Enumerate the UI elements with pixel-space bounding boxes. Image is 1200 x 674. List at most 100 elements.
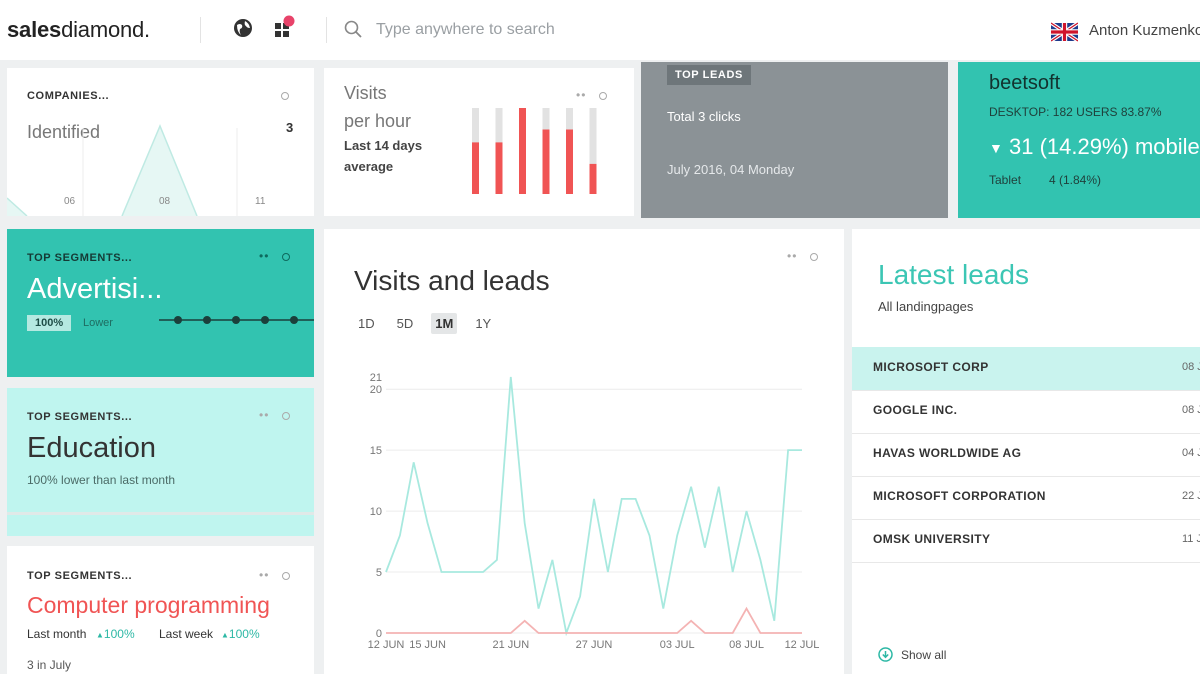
beetsoft-card: beetsoft DESKTOP: 182 USERS 83.87% ▼ 31 …: [958, 62, 1200, 218]
lead-company: HAVAS WORLDWIDE AG: [873, 446, 1022, 460]
mobile-value: 31 (14.29%) mobile: [1008, 134, 1200, 159]
x-tick-label: 12 JUL: [785, 639, 820, 651]
lead-date: 08 J: [1182, 361, 1200, 373]
total-clicks: Total 3 clicks: [667, 109, 741, 124]
visits-subtitle: Last 14 days: [344, 138, 423, 153]
timeframe-1m[interactable]: 1M: [431, 313, 458, 334]
segment-name: Computer programming: [27, 592, 270, 618]
lead-date: 22 J: [1182, 490, 1200, 502]
segment-education-card: TOP SEGMENTS... •• Education 100% lower …: [7, 388, 314, 536]
trend-line: [159, 316, 314, 324]
last-week-label: Last week: [159, 627, 214, 641]
bar: [542, 129, 550, 194]
logo-bold: sales: [7, 17, 62, 42]
chart-title: Visits and leads: [354, 265, 550, 296]
mobile-stats: ▼ 31 (14.29%) mobile: [989, 134, 1200, 160]
tablet-value: 4 (1.84%): [1049, 173, 1102, 187]
up-arrow-icon: ▲: [96, 630, 104, 640]
search-icon[interactable]: [344, 20, 362, 38]
card-title: COMPANIES...: [27, 90, 110, 102]
last-month-value: ▲100%: [96, 627, 135, 641]
drag-handle-icon[interactable]: ••: [576, 88, 586, 102]
lead-row[interactable]: GOOGLE INC. 08 J: [852, 390, 1200, 434]
last-month-label: Last month: [27, 627, 87, 641]
lead-row[interactable]: OMSK UNIVERSITY 11 J: [852, 519, 1200, 563]
divider: [326, 17, 327, 43]
bar: [519, 108, 526, 194]
card-title: TOP SEGMENTS...: [27, 411, 133, 423]
tick-label: 08: [159, 196, 171, 207]
x-tick-label: 08 JUL: [729, 639, 764, 651]
arrow-down-circle-icon: [878, 647, 893, 662]
segment-footer: 3 in July: [27, 658, 72, 672]
drag-handle-icon[interactable]: ••: [259, 568, 269, 582]
last-month-value-text: 100%: [103, 627, 135, 641]
uk-flag-icon[interactable]: [1051, 22, 1078, 42]
y-tick-label: 10: [370, 506, 382, 518]
y-tick-label: 20: [370, 384, 382, 396]
x-tick-label: 15 JUN: [409, 639, 446, 651]
show-all-label: Show all: [901, 647, 947, 662]
visits-per-hour-card: Visits per hour Last 14 days average ••: [324, 68, 634, 216]
latest-leads-title: Latest leads: [878, 259, 1029, 290]
card-menu-icon[interactable]: [810, 253, 818, 261]
card-menu-icon[interactable]: [282, 412, 290, 420]
bar: [589, 163, 597, 194]
visits-leads-card: Visits and leads •• 1D 5D 1M 1Y 0 5 10 15 20…: [324, 229, 844, 674]
x-tick-label: 12 JUN: [368, 639, 405, 651]
top-leads-badge: TOP LEADS: [667, 65, 751, 85]
drag-handle-icon[interactable]: ••: [259, 408, 269, 422]
up-arrow-icon: ▲: [221, 630, 229, 640]
timeframe-1d[interactable]: 1D: [354, 313, 379, 334]
y-tick-label: 15: [370, 445, 382, 457]
tablet-label: Tablet: [989, 173, 1022, 187]
lead-row[interactable]: MICROSOFT CORP 08 J: [852, 347, 1200, 391]
x-tick-label: 21 JUN: [492, 639, 529, 651]
percent-badge: 100%: [27, 315, 72, 331]
segment-trend: 100% lower than last month: [27, 473, 176, 487]
lead-row[interactable]: MICROSOFT CORPORATION 22 J: [852, 476, 1200, 520]
company-name: beetsoft: [989, 72, 1061, 94]
visits-title: Visits: [344, 83, 387, 103]
x-tick-label: 03 JUL: [660, 639, 695, 651]
down-arrow-icon: ▼: [989, 140, 1003, 157]
segment-programming-card: TOP SEGMENTS... •• Computer programming …: [7, 546, 314, 674]
series-line: [386, 606, 802, 634]
card-menu-icon[interactable]: [281, 92, 289, 100]
visits-subtitle-2: average: [344, 159, 394, 174]
card-menu-icon[interactable]: [599, 92, 607, 100]
top-leads-date: July 2016, 04 Monday: [667, 162, 795, 177]
bar: [495, 142, 503, 194]
visits-leads-chart: 051015202112 JUN 15 JUN 21 JUN 27 JUN 03 JUL…: [368, 372, 820, 651]
companies-card: COMPANIES... Identified 3 06 08 11: [7, 68, 314, 216]
card-menu-icon[interactable]: [282, 572, 290, 580]
user-name[interactable]: Anton Kuzmenko: [1089, 22, 1200, 39]
lead-row[interactable]: HAVAS WORLDWIDE AG 04 J: [852, 433, 1200, 477]
divider: [200, 17, 201, 43]
show-all-link[interactable]: Show all: [878, 647, 946, 662]
tick-label: 11: [255, 196, 266, 207]
lead-date: 04 J: [1182, 447, 1200, 459]
segment-trend: Lower: [83, 317, 113, 329]
lead-company: MICROSOFT CORPORATION: [873, 489, 1046, 503]
logo-regular: diamond.: [61, 17, 150, 42]
segment-name: Advertisi...: [27, 273, 163, 305]
lead-date: 08 J: [1182, 404, 1200, 416]
logo[interactable]: salesdiamond.: [7, 17, 150, 43]
drag-handle-icon[interactable]: ••: [787, 249, 797, 263]
globe-icon[interactable]: [233, 18, 253, 38]
visits-title-2: per hour: [344, 111, 412, 131]
apps-icon[interactable]: [273, 15, 299, 39]
card-menu-icon[interactable]: [282, 253, 290, 261]
series-line: [385, 376, 802, 637]
bar: [566, 129, 573, 194]
timeframe-1y[interactable]: 1Y: [471, 313, 495, 334]
timeframe-5d[interactable]: 5D: [393, 313, 418, 334]
drag-handle-icon[interactable]: ••: [259, 249, 269, 263]
segment-advertising-card: TOP SEGMENTS... •• Advertisi... 100% Low…: [7, 229, 314, 377]
divider: [7, 512, 314, 515]
search-input[interactable]: [376, 18, 796, 42]
last-week-value: ▲100%: [221, 627, 260, 641]
visits-bar-chart: [472, 108, 597, 194]
lead-company: GOOGLE INC.: [873, 403, 958, 417]
